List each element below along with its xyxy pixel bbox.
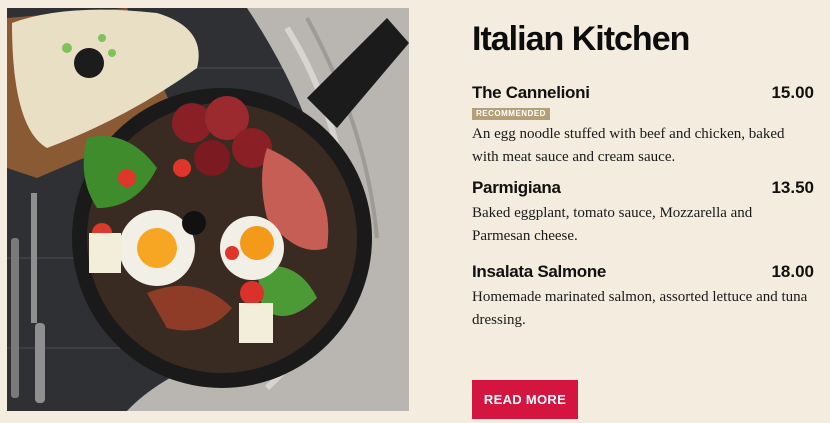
menu-item: The Cannelioni 15.00 RECOMMENDED An egg … <box>472 83 814 169</box>
food-photo <box>7 8 409 411</box>
read-more-button[interactable]: READ MORE <box>472 380 578 419</box>
menu-item: Insalata Salmone 18.00 Homemade marinate… <box>472 262 814 332</box>
menu-item-price: 15.00 <box>771 83 814 102</box>
menu-item: Parmigiana 13.50 Baked eggplant, tomato … <box>472 178 814 248</box>
skillet-illustration <box>7 8 409 411</box>
page-title: Italian Kitchen <box>472 20 690 58</box>
menu-item-price: 18.00 <box>771 262 814 281</box>
menu-item-description: Homemade marinated salmon, assorted lett… <box>472 289 808 328</box>
menu-item-name: The Cannelioni <box>472 83 590 102</box>
menu-item-description: An egg noodle stuffed with beef and chic… <box>472 126 785 165</box>
recommended-badge: RECOMMENDED <box>472 108 550 120</box>
menu-item-name: Insalata Salmone <box>472 262 607 281</box>
menu-item-description: Baked eggplant, tomato sauce, Mozzarella… <box>472 205 753 244</box>
menu-section: Italian Kitchen The Cannelioni 15.00 REC… <box>472 0 814 423</box>
menu-item-name: Parmigiana <box>472 178 561 197</box>
menu-item-price: 13.50 <box>771 178 814 197</box>
